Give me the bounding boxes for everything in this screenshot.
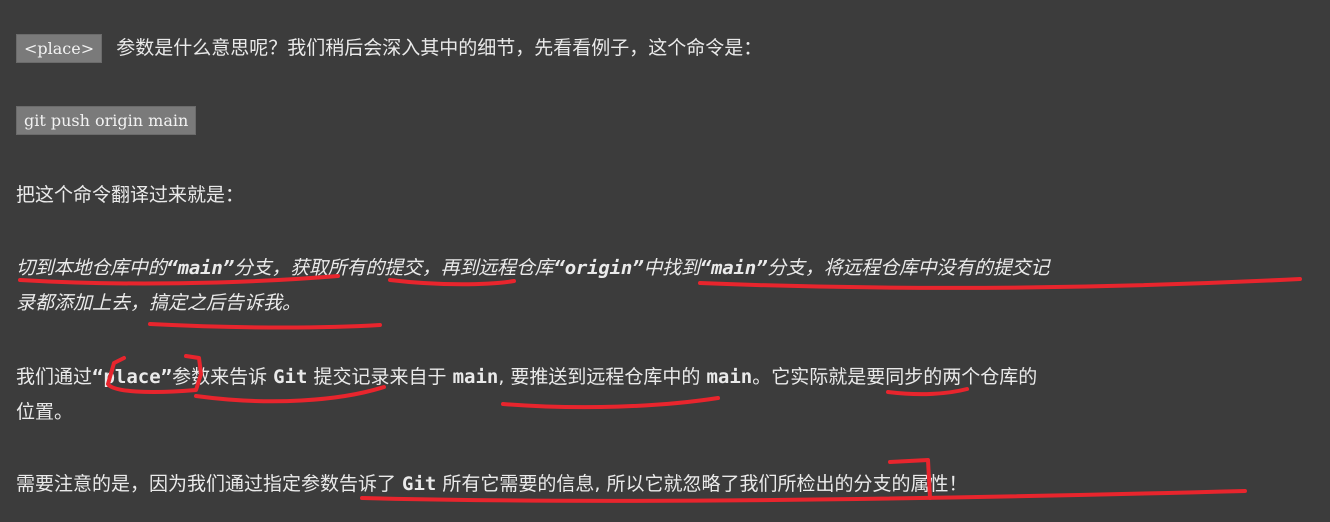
intro-text: 参数是什么意思呢？我们稍后会深入其中的细节，先看看例子，这个命令是：: [116, 37, 763, 59]
inline-code-git: Git: [402, 473, 437, 495]
annotation-underline: [194, 385, 386, 404]
annotation-underline: [148, 322, 382, 330]
body-text: 我们通过: [16, 366, 93, 388]
inline-code-origin: “origin”: [553, 257, 644, 279]
explanation-text: 分支，获取所有的提交，再到远程仓库: [233, 257, 554, 279]
place-code-chip: <place>: [16, 34, 103, 63]
annotation-underline: [698, 277, 1302, 290]
paragraph-explanation-line2: 录都添加上去，搞定之后告诉我。: [16, 292, 302, 314]
body-text: 参数来告诉: [172, 366, 274, 388]
command-code-block: git push origin main: [16, 106, 197, 135]
inline-code-place: “place”: [92, 366, 173, 388]
body-text: 所有它需要的信息, 所以它就忽略了我们所检出的分支的属性！: [436, 473, 968, 495]
inline-code-main: main: [706, 366, 753, 388]
paragraph-intro: <place> 参数是什么意思呢？我们稍后会深入其中的细节，先看看例子，这个命令…: [16, 33, 762, 63]
annotation-underline: [388, 278, 516, 287]
inline-code-main: “main”: [699, 257, 768, 279]
explanation-text: 分支，将远程仓库中没有的提交记: [767, 257, 1050, 279]
inline-code-git: Git: [273, 366, 308, 388]
paragraph-place-line1: 我们通过“place”参数来告诉 Git 提交记录来自于 main, 要推送到远…: [16, 362, 1037, 389]
paragraph-explanation-line1: 切到本地仓库中的“main”分支，获取所有的提交，再到远程仓库“origin”中…: [16, 253, 1049, 280]
explanation-text: 切到本地仓库中的: [16, 257, 167, 279]
paragraph-note: 需要注意的是，因为我们通过指定参数告诉了 Git 所有它需要的信息, 所以它就忽…: [16, 469, 968, 496]
body-text: 需要注意的是，因为我们通过指定参数告诉了: [16, 473, 403, 495]
inline-code-main: main: [452, 366, 499, 388]
body-text: 。它实际就是要同步的两个仓库的: [752, 366, 1038, 388]
inline-code-main: “main”: [166, 257, 234, 279]
paragraph-command: git push origin main: [16, 106, 197, 135]
annotation-underline: [501, 396, 720, 410]
explanation-text: 中找到: [643, 257, 700, 279]
paragraph-translate: 把这个命令翻译过来就是：: [16, 184, 245, 206]
annotation-underline: [886, 387, 969, 397]
body-text: , 要推送到远程仓库中的: [498, 366, 707, 388]
paragraph-place-line2: 位置。: [16, 401, 74, 423]
body-text: 提交记录来自于: [307, 366, 453, 388]
